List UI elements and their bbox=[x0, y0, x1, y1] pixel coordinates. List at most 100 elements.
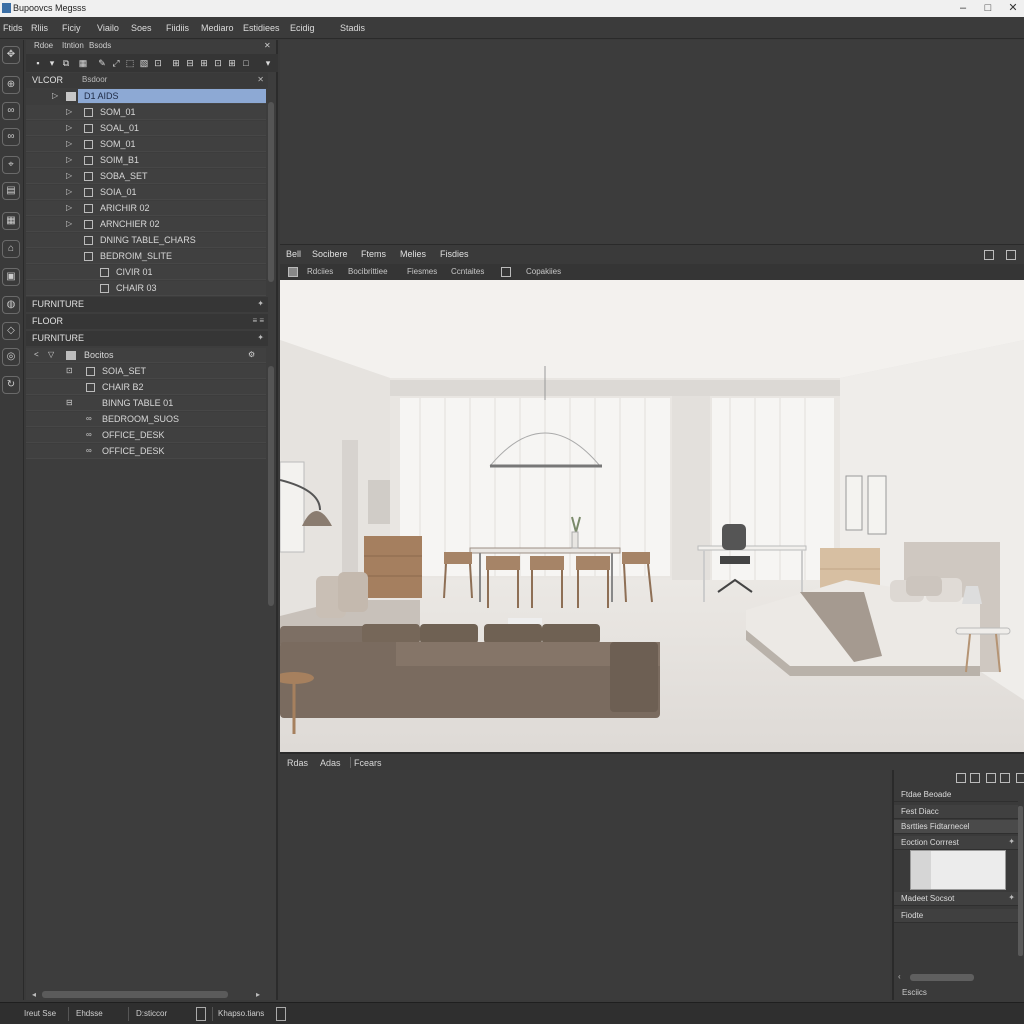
menu-item[interactable]: Ficiy bbox=[62, 23, 81, 33]
tree-row[interactable]: CIVIR 01 bbox=[26, 265, 266, 280]
checkbox[interactable] bbox=[84, 236, 93, 245]
library-scrollbar[interactable] bbox=[268, 366, 274, 606]
checkbox[interactable] bbox=[84, 188, 93, 197]
view-mode-icon[interactable] bbox=[288, 267, 298, 277]
property-row[interactable]: Fiodte bbox=[894, 909, 1018, 923]
tab-ccntaites[interactable]: Ccntaites bbox=[451, 267, 484, 276]
section-floor[interactable]: FLOOR ≡ ≡ bbox=[26, 314, 268, 329]
checkbox[interactable] bbox=[84, 204, 93, 213]
tab-ftems[interactable]: Ftems bbox=[361, 249, 386, 259]
chevron-right-icon[interactable]: ▷ bbox=[66, 171, 72, 180]
horizontal-scrollbar[interactable] bbox=[42, 991, 228, 998]
measure-icon[interactable]: ⌖ bbox=[2, 156, 20, 174]
tab-bsods[interactable]: Bsods bbox=[89, 41, 111, 50]
tab-fcears[interactable]: Fcears bbox=[354, 758, 382, 768]
tab-fiesmes[interactable]: Fiesmes bbox=[407, 267, 437, 276]
library-row[interactable]: ⊟ BINNG TABLE 01 bbox=[26, 396, 266, 411]
maximize-button[interactable]: □ bbox=[977, 1, 999, 15]
menu-item[interactable]: Viailo bbox=[97, 23, 119, 33]
menu-item[interactable]: Ecidig bbox=[290, 23, 315, 33]
link-icon[interactable]: ∞ bbox=[86, 430, 92, 439]
camera-icon[interactable]: ▣ bbox=[2, 268, 20, 286]
pin-icon[interactable]: ✦ bbox=[1008, 893, 1015, 902]
chevron-right-icon[interactable]: ▷ bbox=[66, 107, 72, 116]
menu-item[interactable]: Mediaro bbox=[201, 23, 234, 33]
pin-icon[interactable]: ✦ bbox=[257, 299, 264, 308]
minimize-button[interactable]: – bbox=[952, 1, 974, 15]
scale-icon[interactable]: ◇ bbox=[2, 322, 20, 340]
wireframe-icon[interactable]: ⊡ bbox=[152, 57, 164, 69]
tree-row[interactable]: ▷ SOBA_SET bbox=[26, 169, 266, 184]
settings-icon[interactable]: ⚙ bbox=[248, 350, 255, 359]
move-icon[interactable]: ⤢ bbox=[110, 57, 122, 69]
panel-icon[interactable] bbox=[1000, 773, 1010, 783]
options-icon[interactable]: ≡ ≡ bbox=[252, 316, 264, 325]
panel-icon[interactable] bbox=[986, 773, 996, 783]
tab-rdoe[interactable]: Rdoe bbox=[34, 41, 53, 50]
checkbox[interactable] bbox=[86, 383, 95, 392]
menu-item[interactable]: Rliis bbox=[31, 23, 48, 33]
render-viewport[interactable] bbox=[280, 280, 1024, 752]
chevron-right-icon[interactable]: ▷ bbox=[66, 123, 72, 132]
checkbox[interactable] bbox=[100, 268, 109, 277]
tree-row[interactable]: ▷ SOIM_B1 bbox=[26, 153, 266, 168]
camera-icon[interactable] bbox=[501, 267, 511, 277]
paint-icon[interactable]: ◍ bbox=[2, 296, 20, 314]
checkbox[interactable] bbox=[86, 367, 95, 376]
panel-icon[interactable] bbox=[956, 773, 966, 783]
square-icon[interactable]: □ bbox=[240, 57, 252, 69]
chevron-left-icon[interactable]: < bbox=[34, 350, 39, 359]
tab-adas[interactable]: Adas bbox=[320, 758, 341, 768]
maximize-viewport-icon[interactable] bbox=[1006, 250, 1016, 260]
checkbox[interactable] bbox=[84, 252, 93, 261]
close-button[interactable]: ✕ bbox=[1002, 1, 1024, 15]
property-row[interactable]: Bsrtties Fidtarnecel bbox=[894, 820, 1018, 834]
tab-bell[interactable]: Bell bbox=[286, 249, 301, 259]
section-furniture[interactable]: FURNITURE ✦ bbox=[26, 297, 268, 312]
checkbox[interactable] bbox=[84, 140, 93, 149]
link-icon[interactable]: ∞ bbox=[2, 102, 20, 120]
checkbox[interactable] bbox=[84, 156, 93, 165]
tree-row[interactable]: ▷ SOIA_01 bbox=[26, 185, 266, 200]
transform-icon[interactable]: ↻ bbox=[2, 376, 20, 394]
scroll-right-icon[interactable]: ▸ bbox=[256, 990, 260, 999]
cube-icon[interactable]: ⬚ bbox=[124, 57, 136, 69]
globe-icon[interactable]: ◎ bbox=[2, 348, 20, 366]
property-row[interactable]: Eoction Corrrest ✦ bbox=[894, 836, 1018, 850]
menu-item[interactable]: Stadis bbox=[340, 23, 365, 33]
furniture-icon[interactable]: ⌂ bbox=[2, 240, 20, 258]
library-row[interactable]: ∞ BEDROOM_SUOS bbox=[26, 412, 266, 427]
chevron-right-icon[interactable]: ▷ bbox=[66, 155, 72, 164]
checkbox[interactable] bbox=[100, 284, 109, 293]
tree-row[interactable]: ▷ SOAL_01 bbox=[26, 121, 266, 136]
status-icon[interactable] bbox=[196, 1007, 206, 1021]
select-icon[interactable]: ⊕ bbox=[2, 76, 20, 94]
grid-icon[interactable]: ▦ bbox=[2, 212, 20, 230]
properties-hscroll[interactable] bbox=[910, 974, 974, 981]
tab-fisdies[interactable]: Fisdies bbox=[440, 249, 469, 259]
outliner-scrollbar[interactable] bbox=[268, 102, 274, 282]
link-icon[interactable]: ∞ bbox=[86, 414, 92, 423]
checkbox[interactable] bbox=[84, 124, 93, 133]
save-icon[interactable]: ▪ bbox=[32, 57, 44, 69]
section-furniture-library[interactable]: FURNITURE ✦ bbox=[26, 331, 268, 346]
library-row[interactable]: ∞ OFFICE_DESK bbox=[26, 444, 266, 459]
library-row[interactable]: CHAIR B2 bbox=[26, 380, 266, 395]
menu-item[interactable]: Fiidiis bbox=[166, 23, 189, 33]
tab-rdciies[interactable]: Rdciies bbox=[307, 267, 333, 276]
tree-row[interactable]: BEDROIM_SLITE bbox=[26, 249, 266, 264]
top-view-area[interactable] bbox=[280, 40, 1024, 244]
tab-melies[interactable]: Melies bbox=[400, 249, 426, 259]
pen-icon[interactable]: ✎ bbox=[96, 57, 108, 69]
image-icon[interactable]: ▧ bbox=[138, 57, 150, 69]
export-icon[interactable]: ⊟ bbox=[184, 57, 196, 69]
tab-socibere[interactable]: Socibere bbox=[312, 249, 348, 259]
pin-icon[interactable]: ✕ bbox=[257, 75, 264, 84]
panel-icon[interactable] bbox=[970, 773, 980, 783]
status-icon[interactable] bbox=[276, 1007, 286, 1021]
grid-view-icon[interactable]: ▦ bbox=[77, 57, 89, 69]
property-row[interactable]: Fest Diacc bbox=[894, 805, 1018, 819]
library-root-row[interactable]: < ▽ Bocitos ⚙ bbox=[26, 348, 266, 363]
expand-icon[interactable]: ⊡ bbox=[66, 366, 73, 375]
checkbox[interactable] bbox=[84, 220, 93, 229]
